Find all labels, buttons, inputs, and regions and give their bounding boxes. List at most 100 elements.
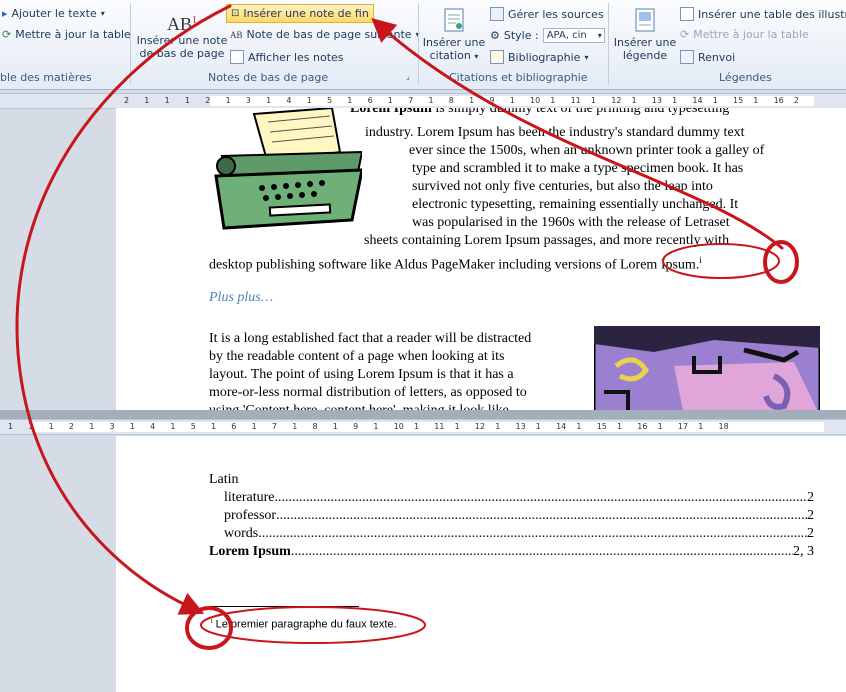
ruler-tick-label: 1 <box>631 96 637 105</box>
typewriter-image[interactable] <box>212 108 362 230</box>
ruler-tick-label: 1 <box>753 96 759 105</box>
ruler-tick-label: 2 <box>793 96 799 105</box>
horizontal-ruler[interactable]: 2 1 1 1 2 1 3 1 4 1 5 1 6 1 7 1 8 1 9 1 10 1 11 1 12 1 13 1 14 1 15 1 16… <box>0 93 846 109</box>
text-line: industry. Lorem Ipsum has been the indus… <box>365 125 745 140</box>
footnote-separator <box>209 606 359 607</box>
manage-sources-button[interactable]: Gérer les sources <box>490 7 604 21</box>
lorem-ipsum-bold: Lorem Ipsum <box>350 108 432 116</box>
ruler-tick-label: 1 <box>266 96 272 105</box>
ruler-tick-label: 1 <box>48 422 54 431</box>
style-selector[interactable]: ⚙ Style : APA, cin ▾ <box>490 28 605 43</box>
bibliography-button[interactable]: Bibliographie ▾ <box>490 50 588 64</box>
ruler-tick-label: 14 <box>692 96 703 105</box>
ruler-tick-label: 1 <box>535 422 541 431</box>
index-entry[interactable]: Lorem Ipsum2, 3 <box>209 544 814 560</box>
show-notes-icon <box>230 50 244 64</box>
show-notes-button[interactable]: Afficher les notes <box>230 50 344 64</box>
index-entry[interactable]: professor2 <box>209 508 814 524</box>
add-text-button[interactable]: ▸ Ajouter le texte ▾ <box>2 7 105 20</box>
insert-footnote-button[interactable]: AB1 Insérer une note de bas de page <box>136 4 228 60</box>
leader-dots <box>258 526 807 542</box>
leader-dots <box>275 490 807 506</box>
index-entry[interactable]: literature2 <box>209 490 814 506</box>
chevron-down-icon: ▾ <box>584 52 589 62</box>
manage-sources-icon <box>490 7 504 21</box>
ruler-tick-label: 1 <box>698 422 704 431</box>
insert-caption-button[interactable]: Insérer une légende <box>612 4 678 62</box>
refresh-icon: ⟳ <box>2 28 12 41</box>
section-heading[interactable]: Plus plus… <box>209 290 273 306</box>
horizontal-ruler[interactable]: 1 1 1 2 1 3 1 4 1 5 1 6 1 7 1 8 1 9 1 10 1 11 1 12 1 13 1 14 1 15 1 16 1… <box>0 419 846 435</box>
ruler-tick-label: 12 <box>474 422 486 431</box>
ruler-tick-label: 3 <box>109 422 115 431</box>
ruler-tick-label: 1 <box>550 96 556 105</box>
table-of-figures-icon <box>680 7 694 21</box>
footnote-reference[interactable]: i <box>699 255 702 265</box>
ruler-tick-label: 13 <box>651 96 662 105</box>
style-dropdown[interactable]: APA, cin ▾ <box>542 28 605 43</box>
ruler-tick-label: 13 <box>515 422 526 431</box>
insert-citation-icon <box>422 4 486 36</box>
ruler-tick-label: 15 <box>596 422 607 431</box>
group-divider <box>608 3 609 85</box>
ruler-tick-label: 1 <box>292 422 298 431</box>
ruler-tick-label: 1 <box>712 96 718 105</box>
ruler-tick-label: 10 <box>393 422 404 431</box>
ruler-tick-label: 8 <box>448 96 454 105</box>
ruler-tick-label: 1 <box>373 422 379 431</box>
text-line: ever since the 1500s, when an unknown pr… <box>409 143 765 158</box>
ruler-tick-label: 2 <box>124 96 130 105</box>
ruler-tick-label: 1 <box>332 422 338 431</box>
chevron-down-icon: ▾ <box>597 31 602 40</box>
document-page[interactable]: Lorem Ipsum is simply dummy text of the … <box>116 108 846 410</box>
insert-endnote-button[interactable]: ⊡ Insérer une note de fin <box>226 4 374 23</box>
ruler-tick-label: 1 <box>306 96 312 105</box>
ruler-tick-label: 11 <box>570 96 581 105</box>
insert-table-of-figures-button[interactable]: Insérer une table des illustrati <box>680 7 846 21</box>
text-line: more-or-less normal distribution of lett… <box>209 385 527 400</box>
chevron-down-icon: ▾ <box>100 9 105 18</box>
chevron-down-icon: ▾ <box>474 52 479 61</box>
endnote-icon: ⊡ <box>231 8 240 19</box>
abstract-art-image[interactable] <box>594 326 820 410</box>
ruler-tick-label: 3 <box>245 96 251 105</box>
footnote-ab-icon: AB1 <box>166 14 197 34</box>
update-figures-table-button[interactable]: ⟳ Mettre à jour la table <box>680 28 809 41</box>
ruler-tick-label: 17 <box>677 422 689 431</box>
ruler-tick-label: 5 <box>190 422 196 431</box>
page-gap <box>0 410 846 419</box>
ruler-tick-label: 1 <box>454 422 460 431</box>
ruler-tick-label: 2 <box>205 96 211 105</box>
ruler-tick-label: 16 <box>637 422 648 431</box>
footnotes-group-label: Notes de bas de page <box>208 71 329 84</box>
insert-citation-button[interactable]: Insérer une citation ▾ <box>422 4 486 63</box>
ruler-tick-label: 5 <box>327 96 333 105</box>
text-line: electronic typesetting, remaining essent… <box>412 197 739 212</box>
footnote-text[interactable]: i Le premier paragraphe du faux texte. <box>211 618 397 631</box>
ruler-tick-label: 12 <box>611 96 622 105</box>
next-footnote-button[interactable]: AB Note de bas de page suivante ▾ <box>230 28 420 41</box>
ruler-tick-label: 1 <box>170 422 176 431</box>
ruler-tick-label: 1 <box>28 422 34 431</box>
dialog-launcher-icon[interactable]: ⌟ <box>406 72 410 81</box>
refresh-icon: ⟳ <box>680 28 690 41</box>
index-entry[interactable]: Latin <box>209 472 814 488</box>
ruler-tick-label: 1 <box>144 96 150 105</box>
ruler-tick-label: 9 <box>489 96 495 105</box>
cross-reference-button[interactable]: Renvoi <box>680 50 735 64</box>
ruler-tick-label: 1 <box>164 96 170 105</box>
ruler-tick-label: 1 <box>225 96 231 105</box>
ruler-tick-label: 1 <box>657 422 663 431</box>
ruler-tick-label: 4 <box>286 96 292 105</box>
ruler-tick-label: 1 <box>590 96 596 105</box>
ruler-tick-label: 1 <box>129 422 135 431</box>
ruler-tick-label: 4 <box>150 422 156 431</box>
index-entry[interactable]: words2 <box>209 526 814 542</box>
ruler-tick-label: 1 <box>387 96 393 105</box>
text-line: using 'Content here, content here', maki… <box>209 402 509 410</box>
text-line: survived not only five centuries, but al… <box>412 179 713 194</box>
update-toc-button[interactable]: ⟳ Mettre à jour la table <box>2 28 131 41</box>
ruler-tick-label: 9 <box>353 422 359 431</box>
ruler-tick-label: 1 <box>89 422 95 431</box>
add-text-icon: ▸ <box>2 7 8 20</box>
